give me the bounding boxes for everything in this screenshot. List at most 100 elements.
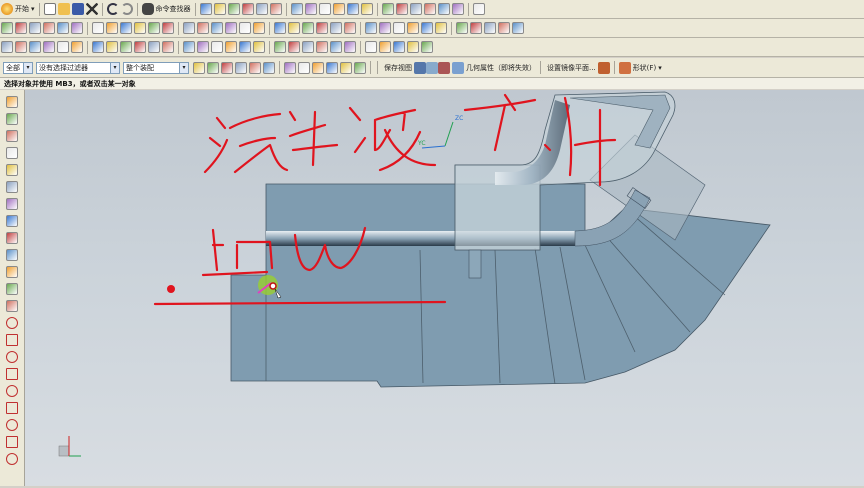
thicken-button[interactable] [344, 22, 356, 34]
web-icon[interactable] [6, 215, 18, 227]
enlarge-button[interactable] [421, 41, 433, 53]
snap-quad-button[interactable] [263, 61, 275, 74]
model-canvas[interactable]: ZC YC [25, 90, 864, 486]
subtract-button[interactable] [316, 22, 328, 34]
selection-filter-select[interactable]: 没有选择过滤器 ▾ [36, 61, 120, 74]
zoom-button[interactable] [269, 3, 282, 15]
sew-button[interactable] [379, 22, 391, 34]
cylinder-button[interactable] [92, 22, 104, 34]
snap-bound-button[interactable] [326, 61, 338, 74]
assembly-nav-icon[interactable] [6, 130, 18, 142]
front-view-button[interactable] [360, 3, 373, 15]
binoculars-button[interactable] [199, 3, 212, 15]
trim-curve-button[interactable] [211, 41, 223, 53]
circle-tool-icon[interactable] [6, 385, 18, 397]
fit-button[interactable] [255, 3, 268, 15]
revolve-button[interactable] [43, 22, 55, 34]
shell-button[interactable] [211, 22, 223, 34]
bridge-button[interactable] [183, 41, 195, 53]
swept-button[interactable] [274, 41, 286, 53]
tools-button[interactable] [451, 3, 464, 15]
wcs-button[interactable] [395, 3, 408, 15]
snap-face-button[interactable] [312, 61, 324, 74]
top-view-button[interactable] [381, 3, 394, 15]
view-fit-icon[interactable] [438, 61, 450, 74]
delete-face-button[interactable] [435, 22, 447, 34]
studio-button[interactable] [365, 41, 377, 53]
view-orient-icon[interactable] [426, 61, 438, 74]
boss-button[interactable] [162, 22, 174, 34]
open-file-button[interactable] [57, 3, 70, 15]
hd3d-icon[interactable] [6, 232, 18, 244]
face-blend-button[interactable] [379, 41, 391, 53]
cone-button[interactable] [106, 22, 118, 34]
save-view-button[interactable]: 保存视图 [382, 62, 412, 74]
snap-center-button[interactable] [249, 61, 261, 74]
divide-button[interactable] [225, 41, 237, 53]
trimmed-sheet-button[interactable] [407, 41, 419, 53]
dim-tool-icon[interactable] [6, 419, 18, 431]
point-tool-icon[interactable] [6, 402, 18, 414]
line-tool-icon[interactable] [6, 113, 18, 125]
mesh-button[interactable] [253, 41, 265, 53]
intersect-curve-button[interactable] [162, 41, 174, 53]
line-button[interactable] [15, 41, 27, 53]
constraint-icon[interactable] [6, 147, 18, 159]
assembly-scope-select[interactable]: 整个装配 ▾ [123, 61, 189, 74]
graphics-window[interactable]: ZC YC [25, 90, 864, 486]
section-button[interactable] [484, 22, 496, 34]
block-button[interactable] [71, 22, 83, 34]
mirror-plane-button[interactable]: 设置镜像平面... [545, 62, 596, 74]
new-file-button[interactable] [43, 3, 56, 15]
select-button[interactable] [213, 3, 226, 15]
measure-button[interactable] [470, 22, 482, 34]
draft-button[interactable] [225, 22, 237, 34]
system-icon[interactable] [6, 300, 18, 312]
cube-view-button[interactable] [332, 3, 345, 15]
part-icon[interactable] [6, 164, 18, 176]
start-menu-button[interactable]: 开始 ▾ [1, 3, 35, 15]
snap-off-button[interactable] [354, 61, 366, 74]
law-button[interactable] [316, 41, 328, 53]
project-button[interactable] [148, 41, 160, 53]
replace-button[interactable] [407, 22, 419, 34]
blend-button[interactable] [183, 22, 195, 34]
ruled-button[interactable] [288, 41, 300, 53]
process-icon[interactable] [6, 266, 18, 278]
pattern-button[interactable] [274, 22, 286, 34]
pad-button[interactable] [134, 22, 146, 34]
move-face-button[interactable] [421, 22, 433, 34]
corner-tool-icon[interactable] [6, 351, 18, 363]
polygon-button[interactable] [92, 41, 104, 53]
close-button[interactable] [85, 3, 98, 15]
iso-view-button[interactable] [346, 3, 359, 15]
chamfer-button[interactable] [197, 22, 209, 34]
spline-button[interactable] [57, 41, 69, 53]
offset-curve-button[interactable] [134, 41, 146, 53]
extrude-button[interactable] [29, 22, 41, 34]
layers-button[interactable] [241, 3, 254, 15]
history-icon[interactable] [6, 181, 18, 193]
offset-face-button[interactable] [393, 41, 405, 53]
snap-button[interactable] [227, 3, 240, 15]
type-filter-select[interactable]: 全部 ▾ [3, 61, 33, 74]
snap-curve-button[interactable] [298, 61, 310, 74]
cube-select-button[interactable] [193, 61, 205, 74]
unite-button[interactable] [302, 22, 314, 34]
helix-button[interactable] [120, 41, 132, 53]
mirror-button[interactable] [288, 22, 300, 34]
split-button[interactable] [253, 22, 265, 34]
hole-button[interactable] [57, 22, 69, 34]
join-button[interactable] [197, 41, 209, 53]
sphere-button[interactable] [120, 22, 132, 34]
shape-menu-button[interactable]: 形状(F) ▾ [618, 61, 662, 74]
sketch-button[interactable] [1, 22, 13, 34]
save-button[interactable] [71, 3, 84, 15]
snap-any-button[interactable] [340, 61, 352, 74]
view-layout-icon[interactable] [414, 61, 426, 74]
offset-button[interactable] [365, 22, 377, 34]
extension-button[interactable] [302, 41, 314, 53]
small-tab[interactable] [468, 249, 482, 279]
palette-side-icon[interactable] [6, 283, 18, 295]
command-finder-button[interactable]: 命令查找器 [141, 3, 191, 15]
